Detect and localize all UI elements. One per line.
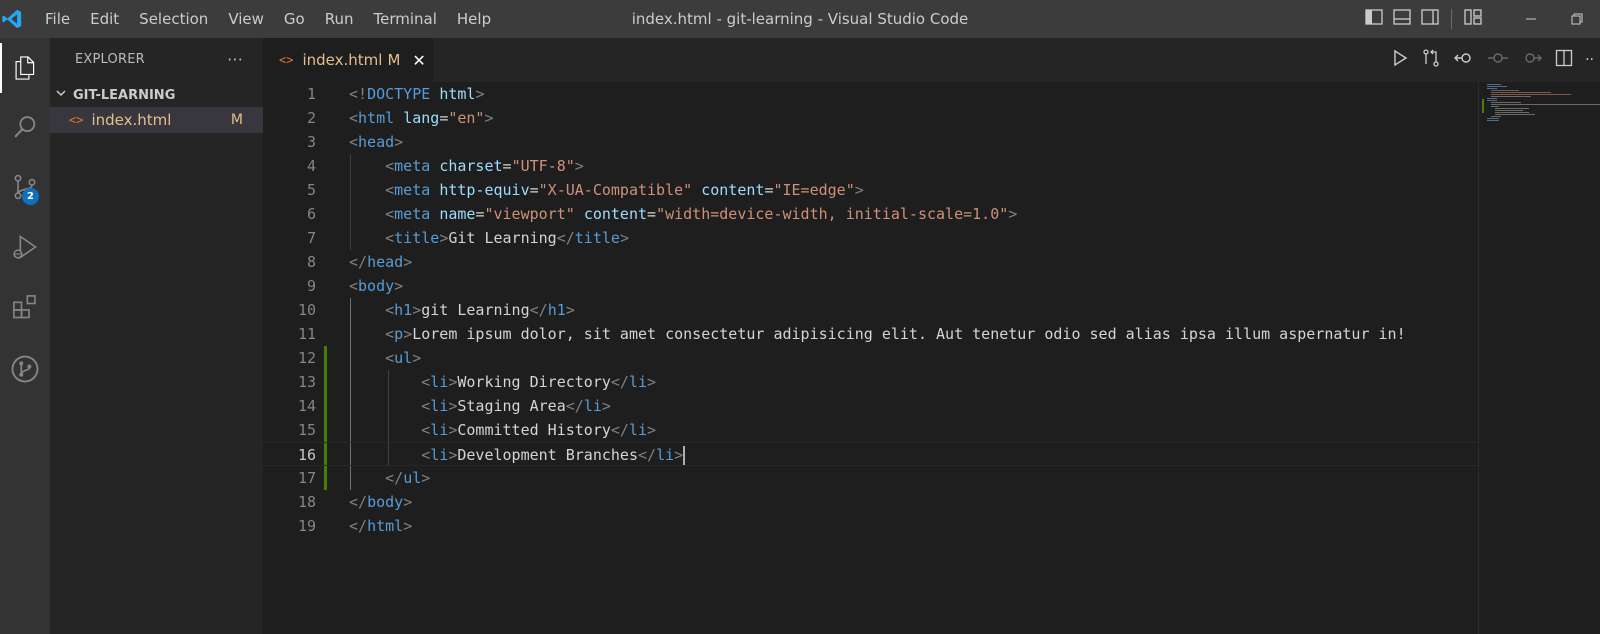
line-number: 6 — [306, 205, 316, 223]
close-tab-icon[interactable]: ✕ — [412, 51, 425, 70]
minimap[interactable] — [1478, 82, 1600, 634]
editor-tab-bar: <> index.html M ✕ ·· — [263, 38, 1600, 82]
activity-bar: 2 — [0, 38, 50, 634]
code-line: 7 <title>Git Learning</title> — [263, 226, 1478, 250]
line-number: 17 — [297, 469, 316, 487]
line-number: 14 — [297, 397, 316, 415]
code-line: 14 <li>Staging Area</li> — [263, 394, 1478, 418]
text-cursor — [683, 446, 686, 465]
toggle-secondary-sidebar-icon[interactable] — [1421, 9, 1439, 29]
code-line: 18 </body> — [263, 490, 1478, 514]
run-icon[interactable] — [1391, 49, 1409, 71]
go-back-commit-icon[interactable] — [1453, 49, 1475, 71]
go-forward-commit-icon[interactable] — [1521, 49, 1543, 71]
code-line: 17 </ul> — [263, 466, 1478, 490]
more-actions-icon[interactable]: ··· — [227, 50, 243, 69]
code-line: 1 <!DOCTYPE html> — [263, 82, 1478, 106]
line-number: 4 — [306, 157, 316, 175]
html-file-icon: <> — [69, 113, 84, 127]
line-number: 19 — [297, 517, 316, 535]
extensions-icon[interactable] — [0, 282, 50, 332]
tab-modified-indicator: M — [387, 51, 401, 69]
menu-run[interactable]: Run — [315, 0, 364, 38]
menu-edit[interactable]: Edit — [80, 0, 129, 38]
menu-bar: File Edit Selection View Go Run Terminal… — [35, 0, 501, 38]
code-line: 15 <li>Committed History</li> — [263, 418, 1478, 442]
restore-button[interactable] — [1554, 0, 1600, 38]
code-line: 3 <head> — [263, 130, 1478, 154]
code-line: 6 <meta name="viewport" content="width=d… — [263, 202, 1478, 226]
commit-icon[interactable] — [1487, 49, 1509, 71]
line-number: 13 — [297, 373, 316, 391]
tab-index-html[interactable]: <> index.html M ✕ — [263, 38, 433, 82]
menu-file[interactable]: File — [35, 0, 80, 38]
line-number: 16 — [297, 446, 316, 464]
source-control-icon[interactable]: 2 — [0, 162, 50, 212]
window-controls — [1508, 0, 1600, 38]
git-graph-icon[interactable] — [0, 344, 50, 394]
more-editor-actions-icon[interactable]: ·· — [1585, 52, 1594, 68]
chevron-down-icon — [55, 87, 67, 103]
line-number: 5 — [306, 181, 316, 199]
code-line: 8 </head> — [263, 250, 1478, 274]
menu-view[interactable]: View — [218, 0, 274, 38]
title-bar: File Edit Selection View Go Run Terminal… — [0, 0, 1600, 38]
line-number: 3 — [306, 133, 316, 151]
code-line: 19 </html> — [263, 514, 1478, 538]
line-number: 7 — [306, 229, 316, 247]
editor-actions: ·· — [1391, 38, 1600, 82]
split-editor-icon[interactable] — [1555, 49, 1573, 71]
line-number: 1 — [306, 85, 316, 103]
code-line: 5 <meta http-equiv="X-UA-Compatible" con… — [263, 178, 1478, 202]
line-number: 9 — [306, 277, 316, 295]
explorer-icon[interactable] — [0, 43, 50, 93]
menu-help[interactable]: Help — [447, 0, 501, 38]
explorer-sidebar: EXPLORER ··· GIT-LEARNING <> index.html … — [50, 38, 263, 634]
line-number: 12 — [297, 349, 316, 367]
open-changes-icon[interactable] — [1421, 48, 1441, 72]
explorer-header: EXPLORER ··· — [50, 38, 263, 81]
line-number: 15 — [297, 421, 316, 439]
code-line: 9 <body> — [263, 274, 1478, 298]
code-editor[interactable]: 1 <!DOCTYPE html> 2 <html lang="en"> 3 <hea… — [263, 82, 1478, 634]
source-control-badge: 2 — [22, 188, 39, 205]
code-line: 10 <h1>git Learning</h1> — [263, 298, 1478, 322]
line-number: 2 — [306, 109, 316, 127]
html-file-icon: <> — [279, 53, 294, 67]
menu-go[interactable]: Go — [274, 0, 315, 38]
code-line: 11 <p>Lorem ipsum dolor, sit amet consec… — [263, 322, 1478, 346]
minimize-button[interactable] — [1508, 0, 1554, 38]
code-line-current: 16 <li>Development Branches</li> — [263, 442, 1478, 466]
code-line: 2 <html lang="en"> — [263, 106, 1478, 130]
layout-controls — [1365, 0, 1482, 38]
toggle-primary-sidebar-icon[interactable] — [1365, 9, 1383, 29]
menu-selection[interactable]: Selection — [129, 0, 218, 38]
line-number: 18 — [297, 493, 316, 511]
folder-git-learning[interactable]: GIT-LEARNING — [50, 83, 263, 107]
file-item-index-html[interactable]: <> index.html M — [50, 107, 263, 133]
run-debug-icon[interactable] — [0, 222, 50, 272]
toggle-panel-icon[interactable] — [1393, 9, 1411, 29]
git-status-badge: M — [230, 112, 243, 128]
menu-terminal[interactable]: Terminal — [364, 0, 447, 38]
line-number: 11 — [297, 325, 316, 343]
line-number: 8 — [306, 253, 316, 271]
search-icon[interactable] — [0, 102, 50, 152]
folder-name: GIT-LEARNING — [73, 87, 176, 103]
code-line: 13 <li>Working Directory</li> — [263, 370, 1478, 394]
vscode-logo-icon — [0, 7, 24, 31]
code-line: 12 <ul> — [263, 346, 1478, 370]
divider — [1451, 9, 1452, 29]
customize-layout-icon[interactable] — [1464, 9, 1482, 29]
tab-label: index.html — [302, 51, 383, 69]
explorer-title: EXPLORER — [75, 52, 145, 67]
line-number: 10 — [297, 301, 316, 319]
file-name: index.html — [91, 111, 172, 129]
code-line: 4 <meta charset="UTF-8"> — [263, 154, 1478, 178]
